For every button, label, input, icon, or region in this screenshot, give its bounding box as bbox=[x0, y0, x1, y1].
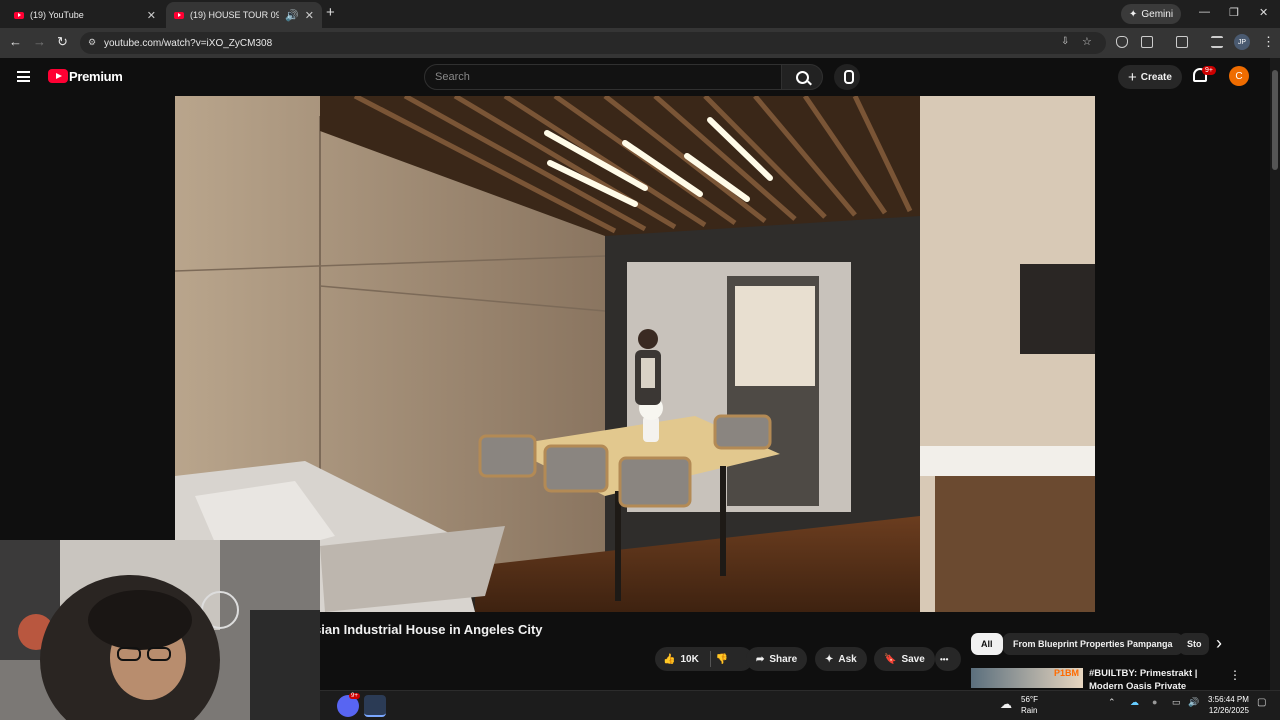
save-button[interactable]: 🔖 Save bbox=[874, 647, 935, 671]
tray-overflow-chevron-icon[interactable]: ⌃ bbox=[1108, 697, 1116, 708]
tab-title: (19) HOUSE TOUR 09 | Insid bbox=[190, 10, 280, 20]
browser-tab-strip: (19) YouTube ✕ (19) HOUSE TOUR 09 | Insi… bbox=[0, 0, 1280, 28]
plus-icon: + bbox=[1128, 68, 1137, 86]
gemini-label: Gemini bbox=[1141, 8, 1174, 20]
webcam-feed-image bbox=[0, 540, 320, 720]
profile-avatar[interactable]: JP bbox=[1234, 34, 1250, 50]
notification-center-icon[interactable]: ▢ bbox=[1257, 697, 1266, 708]
thumbs-down-icon[interactable]: 👎 bbox=[716, 654, 728, 665]
youtube-logo-icon[interactable] bbox=[48, 69, 68, 83]
rain-cloud-icon[interactable]: ☁ bbox=[1000, 697, 1012, 711]
sparkle-icon: ✦ bbox=[825, 653, 834, 665]
youtube-favicon-icon bbox=[14, 11, 24, 19]
new-tab-button[interactable]: + bbox=[326, 4, 335, 21]
more-actions-button[interactable]: ••• bbox=[935, 647, 961, 671]
ask-button[interactable]: ✦ Ask bbox=[815, 647, 867, 671]
chevron-right-icon[interactable]: › bbox=[1216, 633, 1222, 654]
save-label: Save bbox=[901, 653, 925, 665]
volume-icon[interactable]: 🔊 bbox=[1188, 697, 1199, 708]
kebab-menu-icon[interactable]: ⋮ bbox=[1229, 668, 1241, 682]
chip-more[interactable]: Sto bbox=[1179, 633, 1209, 655]
tab-search-icon[interactable] bbox=[1176, 36, 1188, 48]
bookmark-icon: 🔖 bbox=[884, 653, 897, 665]
network-icon[interactable]: ▭ bbox=[1172, 697, 1181, 708]
ask-label: Ask bbox=[838, 653, 857, 665]
recommendation-thumbnail[interactable]: P1BM bbox=[971, 668, 1083, 688]
weather-desc: Rain bbox=[1021, 706, 1038, 715]
install-app-icon[interactable]: ⇩ bbox=[1061, 36, 1069, 47]
sparkle-icon: ✦ bbox=[1129, 8, 1138, 20]
tab-youtube[interactable]: (19) YouTube ✕ bbox=[6, 2, 164, 28]
speaker-icon[interactable]: 🔊 bbox=[285, 9, 299, 22]
forward-arrow-icon[interactable]: → bbox=[33, 34, 46, 49]
system-clock[interactable]: 3:56:44 PM 12/26/2025 bbox=[1208, 694, 1249, 716]
hamburger-menu-icon[interactable] bbox=[17, 71, 30, 82]
create-button[interactable]: + Create bbox=[1118, 65, 1182, 89]
site-info-icon[interactable]: ⚙ bbox=[88, 37, 96, 48]
microphone-icon[interactable] bbox=[834, 64, 860, 90]
reload-icon[interactable]: ↻ bbox=[57, 34, 68, 50]
page-scrollbar[interactable] bbox=[1270, 58, 1280, 690]
browser-toolbar: ← → ↻ ⚙ youtube.com/watch?v=iXO_ZyCM308 … bbox=[0, 28, 1280, 58]
search-button[interactable] bbox=[781, 64, 823, 90]
chip-all[interactable]: All bbox=[971, 633, 1003, 655]
weather-widget[interactable]: 56°F Rain bbox=[1021, 694, 1038, 716]
youtube-header: Premium + Create 9+ C bbox=[0, 58, 1270, 96]
reading-list-icon[interactable] bbox=[1211, 36, 1223, 48]
bookmark-star-icon[interactable]: ☆ bbox=[1082, 35, 1092, 48]
restore-button[interactable]: ❐ bbox=[1229, 6, 1239, 19]
video-player[interactable] bbox=[175, 96, 1095, 612]
clock-date: 12/26/2025 bbox=[1208, 706, 1249, 715]
tab-house-tour[interactable]: (19) HOUSE TOUR 09 | Insid 🔊 ✕ bbox=[166, 2, 322, 28]
chip-from-channel[interactable]: From Blueprint Properties Pampanga bbox=[1003, 633, 1183, 655]
extensions-puzzle-icon[interactable] bbox=[1141, 36, 1153, 48]
microphone-tray-icon[interactable]: ● bbox=[1152, 697, 1157, 707]
share-label: Share bbox=[769, 653, 798, 665]
like-dislike-group: 👍 10K 👎 bbox=[655, 647, 753, 671]
kebab-menu-icon[interactable]: ⋮ bbox=[1262, 34, 1275, 50]
thumbs-up-icon[interactable]: 👍 bbox=[663, 654, 675, 665]
steam-icon[interactable] bbox=[364, 695, 386, 717]
gemini-button[interactable]: ✦ Gemini bbox=[1121, 4, 1182, 24]
like-count[interactable]: 10K bbox=[680, 654, 698, 665]
account-avatar[interactable]: C bbox=[1229, 66, 1249, 86]
thumbnail-brand-text: P1BM bbox=[1053, 668, 1079, 678]
weather-temp: 56°F bbox=[1021, 695, 1038, 704]
url-text: youtube.com/watch?v=iXO_ZyCM308 bbox=[104, 37, 273, 49]
scrollbar-thumb[interactable] bbox=[1272, 70, 1278, 170]
youtube-premium-wordmark[interactable]: Premium bbox=[69, 69, 123, 84]
share-button[interactable]: ➦ Share bbox=[746, 647, 808, 671]
video-frame-image bbox=[175, 96, 1095, 612]
close-tab-icon[interactable]: ✕ bbox=[147, 9, 156, 22]
youtube-favicon-icon bbox=[174, 11, 184, 19]
close-tab-icon[interactable]: ✕ bbox=[305, 9, 314, 22]
address-bar[interactable]: ⚙ youtube.com/watch?v=iXO_ZyCM308 ⇩ ☆ bbox=[80, 32, 1106, 54]
tab-title: (19) YouTube bbox=[30, 10, 84, 20]
search-input[interactable] bbox=[424, 64, 782, 90]
divider bbox=[709, 651, 711, 667]
notification-badge: 9+ bbox=[1202, 66, 1216, 75]
webcam-overlay bbox=[0, 540, 320, 720]
share-arrow-icon: ➦ bbox=[756, 653, 765, 665]
onedrive-icon[interactable]: ☁ bbox=[1130, 697, 1139, 708]
minimize-button[interactable]: — bbox=[1199, 6, 1210, 18]
create-label: Create bbox=[1140, 71, 1172, 83]
video-title: sian Industrial House in Angeles City bbox=[314, 622, 543, 637]
clock-time: 3:56:44 PM bbox=[1208, 695, 1249, 704]
back-arrow-icon[interactable]: ← bbox=[9, 34, 22, 49]
shield-extension-icon[interactable] bbox=[1116, 36, 1128, 48]
close-window-button[interactable]: ✕ bbox=[1259, 6, 1268, 19]
discord-badge: 9+ bbox=[349, 693, 360, 699]
